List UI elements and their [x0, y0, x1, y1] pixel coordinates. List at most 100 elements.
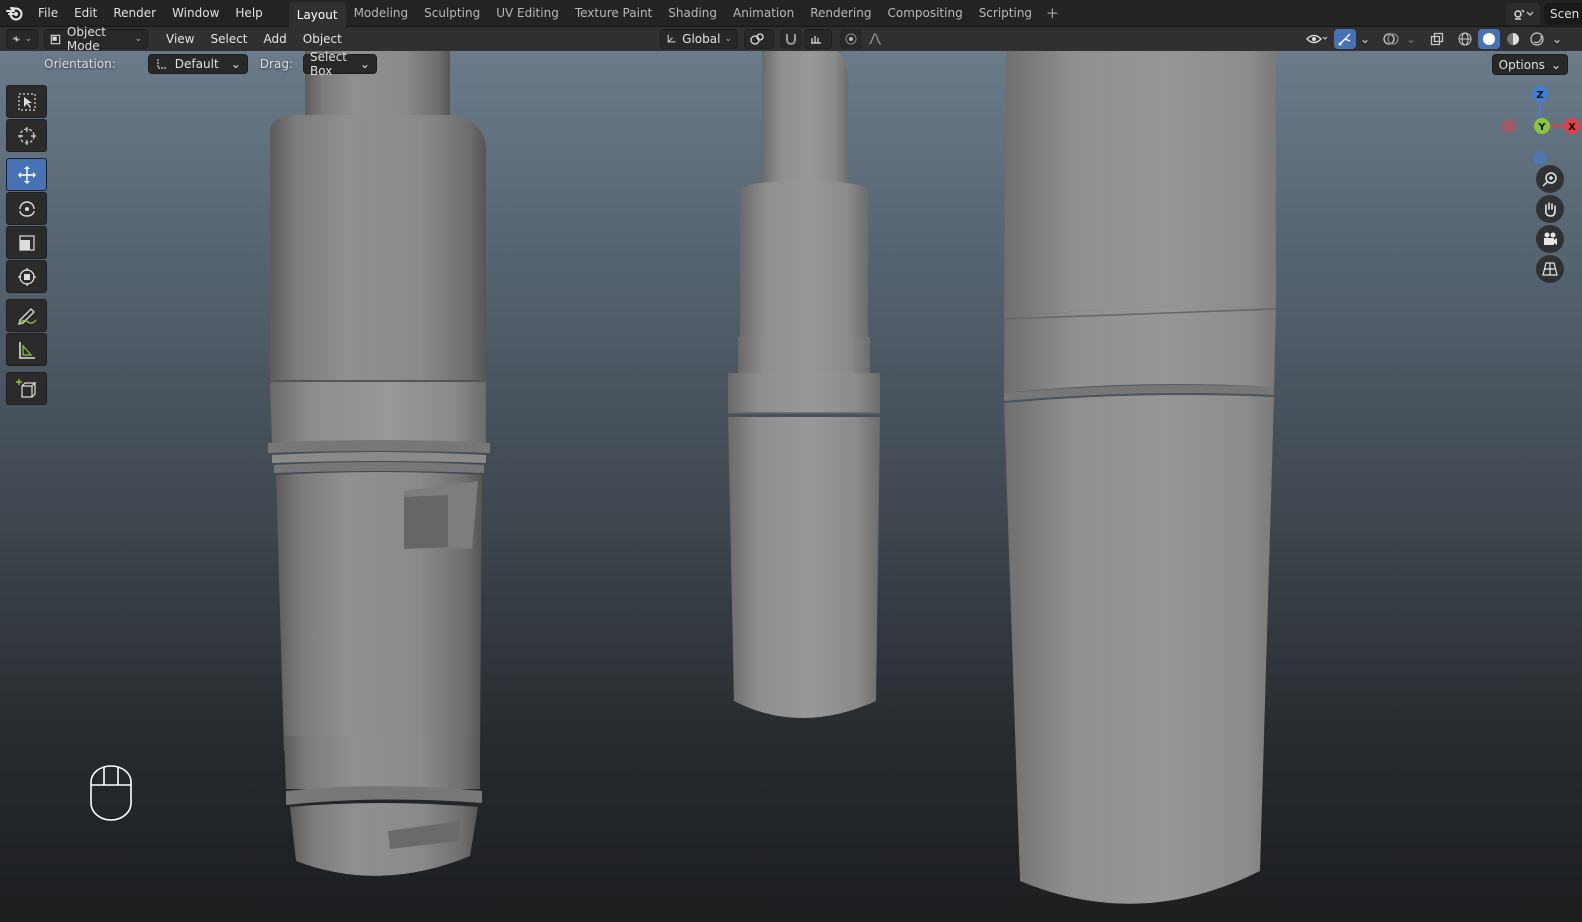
drag-dropdown[interactable]: Select Box ⌄	[302, 51, 377, 78]
mode-dropdown[interactable]: Object Mode ⌄	[44, 25, 148, 53]
xray-icon	[1430, 32, 1444, 46]
viewport-display-controls: ⌄ ⌄ ⌄	[1302, 29, 1564, 49]
cursor-icon	[17, 126, 36, 145]
menu-object[interactable]: Object	[295, 32, 350, 46]
menu-render[interactable]: Render	[105, 2, 164, 24]
tab-rendering[interactable]: Rendering	[802, 2, 879, 24]
menu-select[interactable]: Select	[202, 32, 255, 46]
add-workspace-button[interactable]: +	[1040, 4, 1065, 22]
navigation-gizmo: Z X Y	[1502, 51, 1582, 291]
scene-browse-button[interactable]	[1506, 2, 1540, 25]
orientation-gizmo-icon	[157, 59, 167, 69]
tool-scale[interactable]	[6, 226, 47, 259]
chevron-down-icon: ⌄	[134, 34, 142, 44]
tool-select-box[interactable]	[6, 85, 47, 118]
editor-type-icon	[12, 35, 20, 43]
menu-file[interactable]: File	[30, 2, 66, 24]
menu-help[interactable]: Help	[227, 2, 270, 24]
transform-controls: Global ⌄	[660, 29, 886, 49]
xray-toggle[interactable]	[1426, 29, 1448, 49]
zoom-button[interactable]	[1536, 165, 1564, 193]
axis-gizmo[interactable]: Z X Y	[1502, 81, 1582, 171]
scene-name-field[interactable]: Scen	[1544, 2, 1582, 25]
tool-measure[interactable]	[6, 333, 47, 366]
right-cylinder-object[interactable]	[1003, 51, 1277, 904]
measure-ruler-icon	[18, 341, 35, 359]
transform-orientation-dropdown[interactable]: Global ⌄	[660, 29, 738, 49]
overlays-icon	[1383, 33, 1399, 45]
middle-cylinder-object[interactable]	[728, 51, 880, 718]
shading-dropdown[interactable]: ⌄	[1550, 29, 1564, 49]
menu-window[interactable]: Window	[164, 2, 227, 24]
shading-wireframe-button[interactable]	[1454, 29, 1476, 49]
gizmo-dropdown[interactable]: ⌄	[1358, 29, 1372, 49]
drag-value: Select Box	[309, 51, 348, 78]
proportional-edit-icon	[845, 33, 857, 45]
chevron-down-icon: ⌄	[1359, 32, 1371, 46]
add-cube-icon	[15, 378, 36, 398]
blender-logo-icon[interactable]	[0, 0, 30, 27]
ortho-toggle-button[interactable]	[1536, 255, 1564, 283]
mode-label: Object Mode	[66, 25, 107, 53]
tool-annotate[interactable]	[6, 299, 47, 332]
chevron-down-icon: ⌄	[24, 34, 32, 44]
visibility-dropdown[interactable]	[1302, 29, 1332, 49]
shading-solid-button[interactable]	[1478, 29, 1500, 49]
pan-button[interactable]	[1536, 195, 1564, 223]
falloff-curve-icon	[868, 33, 882, 45]
tool-rotate[interactable]	[6, 192, 47, 225]
material-sphere-icon	[1507, 33, 1519, 45]
left-cylinder-object[interactable]	[268, 51, 490, 876]
axis-x-label: X	[1568, 122, 1576, 133]
menu-add[interactable]: Add	[256, 32, 295, 46]
tab-shading[interactable]: Shading	[660, 2, 725, 24]
snap-toggle[interactable]	[780, 29, 802, 49]
tab-scripting[interactable]: Scripting	[971, 2, 1040, 24]
proportional-edit-toggle[interactable]	[840, 29, 862, 49]
tab-layout[interactable]: Layout	[288, 2, 346, 28]
orientation-dropdown[interactable]: Default ⌄	[147, 54, 248, 74]
shading-rendered-button[interactable]	[1526, 29, 1548, 49]
snap-target-dropdown[interactable]	[804, 29, 832, 49]
tool-transform[interactable]	[6, 260, 47, 293]
overlays-dropdown[interactable]: ⌄	[1404, 29, 1418, 49]
tab-texture-paint[interactable]: Texture Paint	[567, 2, 660, 24]
tab-compositing[interactable]: Compositing	[879, 2, 970, 24]
orientation-label: Orientation:	[44, 57, 116, 71]
tab-sculpting[interactable]: Sculpting	[416, 2, 488, 24]
scene-icon	[1514, 9, 1534, 20]
gizmo-toggle[interactable]	[1334, 29, 1356, 49]
rotate-icon	[18, 200, 35, 217]
zoom-magnifier-icon	[1542, 172, 1557, 187]
editor-type-button[interactable]: ⌄	[6, 29, 38, 49]
shading-material-button[interactable]	[1502, 29, 1524, 49]
eye-icon	[1306, 34, 1328, 44]
drag-label: Drag:	[259, 57, 293, 71]
snap-increment-icon	[811, 36, 821, 44]
tab-animation[interactable]: Animation	[725, 2, 802, 24]
chevron-down-icon: ⌄	[724, 34, 732, 44]
3d-viewport[interactable]: Orientation: Default ⌄ Drag: Select Box …	[0, 51, 1582, 922]
axis-z-label: Z	[1536, 90, 1543, 101]
workspace-tabs: Layout Modeling Sculpting UV Editing Tex…	[288, 0, 1065, 28]
scale-icon	[18, 234, 35, 251]
tool-cursor[interactable]	[6, 119, 47, 152]
wireframe-sphere-icon	[1458, 32, 1472, 46]
object-mode-icon	[50, 34, 61, 44]
top-menu-bar: File Edit Render Window Help Layout Mode…	[0, 0, 1582, 28]
chevron-down-icon: ⌄	[230, 57, 241, 71]
tool-add-cube[interactable]	[6, 372, 47, 405]
tab-uv-editing[interactable]: UV Editing	[488, 2, 567, 24]
camera-view-button[interactable]	[1536, 225, 1564, 253]
solid-sphere-icon	[1483, 33, 1495, 45]
scene-selector: Scen	[1506, 0, 1582, 27]
pivot-point-dropdown[interactable]	[744, 29, 774, 49]
mouse-icon	[90, 765, 132, 821]
overlays-toggle[interactable]	[1380, 29, 1402, 49]
menu-view[interactable]: View	[158, 32, 202, 46]
orientation-label: Global	[682, 32, 721, 46]
tool-move[interactable]	[6, 158, 47, 191]
falloff-dropdown[interactable]	[864, 29, 886, 49]
menu-edit[interactable]: Edit	[66, 2, 105, 24]
tab-modeling[interactable]: Modeling	[346, 2, 417, 24]
